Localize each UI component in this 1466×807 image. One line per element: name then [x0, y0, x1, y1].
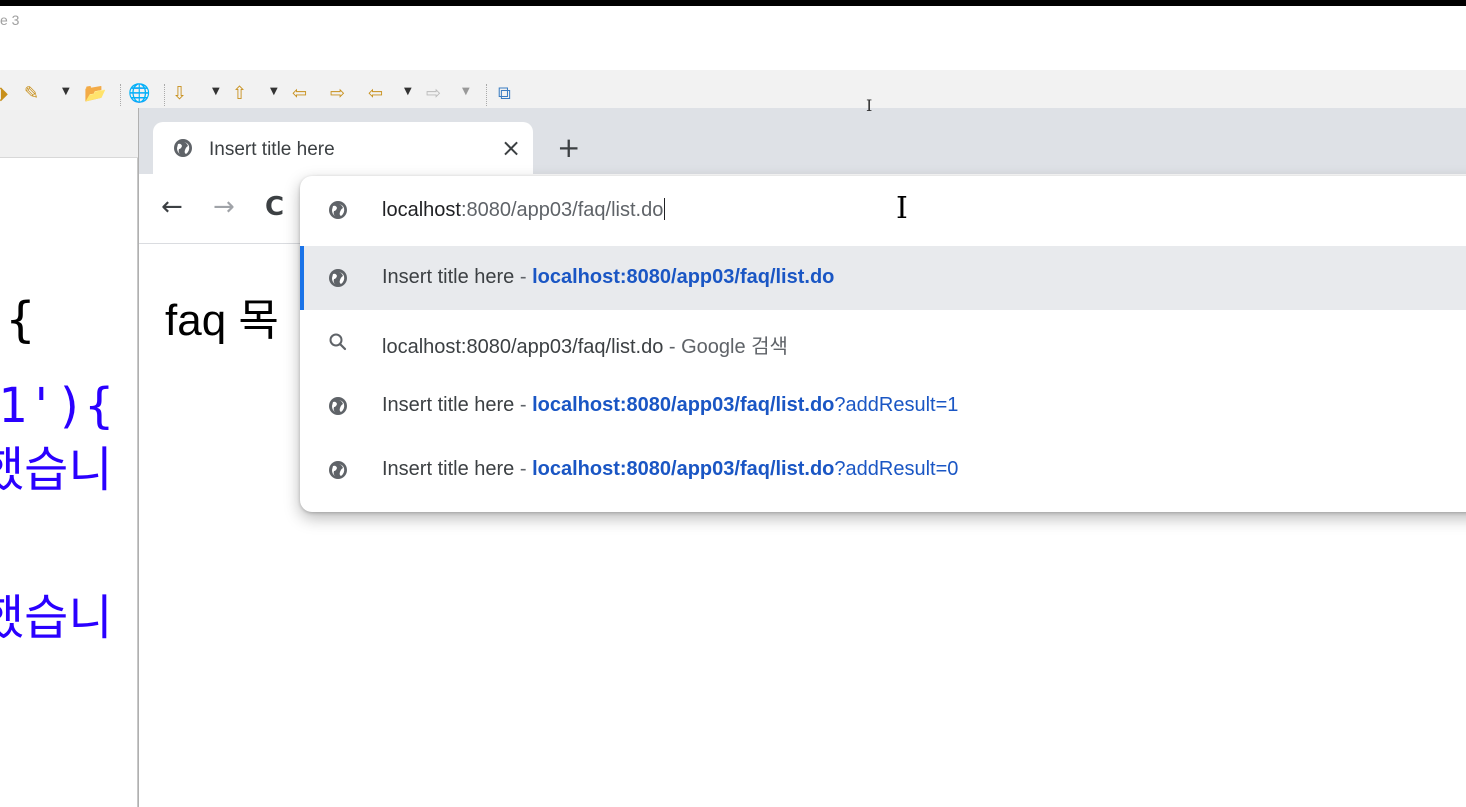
browser-tab[interactable]: Insert title here ×: [153, 122, 533, 174]
suggestion-title: localhost:8080/app03/faq/list.do: [382, 336, 664, 358]
globe-icon: [329, 201, 347, 219]
toolbar-open-folder-icon[interactable]: 📂: [84, 82, 106, 106]
toolbar-run-icon[interactable]: ⬗: [0, 82, 8, 106]
toolbar-dropdown-icon[interactable]: ▼: [270, 86, 278, 97]
suggestion-title: Insert title here: [382, 458, 515, 480]
ibeam-cursor-icon: I: [866, 96, 873, 115]
omnibox-suggestion[interactable]: Insert title here - localhost:8080/app03…: [300, 374, 1466, 438]
address-host: localhost: [382, 199, 461, 221]
suggestion-query: ?addResult=0: [834, 458, 959, 480]
suggestion-text: localhost:8080/app03/faq/list.do - Googl…: [382, 330, 788, 359]
code-editor[interactable]: { 1'){ 했습니 했습니: [0, 158, 138, 807]
chrome-tab-strip: Insert title here × +: [139, 108, 1466, 174]
toolbar-prev-annotation-icon[interactable]: ⇧: [232, 82, 247, 106]
ibeam-cursor-icon: I: [896, 191, 908, 226]
text-caret: [664, 198, 666, 220]
address-input[interactable]: localhost:8080/app03/faq/list.do: [382, 198, 666, 222]
toolbar-dropdown-icon[interactable]: ▼: [404, 86, 412, 97]
address-bar[interactable]: localhost:8080/app03/faq/list.do: [300, 176, 1466, 244]
suggestion-url: localhost:8080/app03/faq/list.do: [532, 266, 835, 288]
toolbar-dropdown-icon[interactable]: ▼: [462, 86, 470, 97]
suggestion-url: localhost:8080/app03/faq/list.do: [532, 458, 835, 480]
suggestion-url: localhost:8080/app03/faq/list.do: [532, 394, 835, 416]
suggestion-separator: -: [514, 266, 533, 288]
omnibox-dropdown: localhost:8080/app03/faq/list.do Insert …: [300, 176, 1466, 512]
toolbar-globe-icon[interactable]: 🌐: [128, 82, 150, 106]
toolbar-back-icon[interactable]: ⇦: [368, 82, 383, 106]
top-black-bar: [0, 0, 1466, 6]
suggestion-search-label: Google 검색: [681, 336, 788, 358]
search-icon: [329, 333, 347, 351]
toolbar-dropdown-icon[interactable]: ▼: [212, 86, 220, 97]
code-line: 했습니: [0, 590, 113, 646]
eclipse-window-title: e 3: [0, 12, 20, 28]
omnibox-suggestion[interactable]: Insert title here - localhost:8080/app03…: [300, 246, 1466, 310]
toolbar-next-annotation-icon[interactable]: ⇩: [172, 82, 187, 106]
toolbar-forward-edit-icon[interactable]: ⇨: [330, 82, 345, 106]
globe-icon: [329, 397, 347, 415]
selection-indicator: [300, 246, 304, 310]
suggestion-title: Insert title here: [382, 394, 515, 416]
editor-tab-strip: [0, 110, 138, 158]
globe-icon: [329, 461, 347, 479]
tab-close-button[interactable]: ×: [501, 134, 521, 162]
toolbar-separator: [164, 84, 165, 106]
suggestion-text: Insert title here - localhost:8080/app03…: [382, 394, 958, 417]
new-tab-button[interactable]: +: [557, 132, 580, 164]
page-heading: faq 목: [165, 296, 279, 345]
suggestion-text: Insert title here - localhost:8080/app03…: [382, 458, 958, 481]
address-path: :8080/app03/faq/list.do: [460, 199, 664, 221]
toolbar-forward-icon[interactable]: ⇨: [426, 82, 441, 106]
suggestion-separator: -: [514, 394, 533, 416]
suggestion-separator: -: [514, 458, 533, 480]
toolbar-launch-icon[interactable]: ✎: [24, 82, 39, 106]
code-line: 했습니: [0, 442, 113, 498]
tab-title: Insert title here: [209, 139, 335, 160]
toolbar-last-edit-icon[interactable]: ⇦: [292, 82, 307, 106]
suggestion-title: Insert title here: [382, 266, 515, 288]
toolbar-new-window-icon[interactable]: ⧉: [498, 82, 511, 106]
code-line: 1'){: [0, 378, 114, 434]
omnibox-suggestion[interactable]: localhost:8080/app03/faq/list.do - Googl…: [300, 310, 1466, 374]
code-line: {: [6, 292, 35, 348]
toolbar-separator: [486, 84, 487, 106]
omnibox-suggestion[interactable]: Insert title here - localhost:8080/app03…: [300, 438, 1466, 502]
back-button[interactable]: ←: [161, 192, 183, 222]
reload-button[interactable]: C: [265, 192, 284, 222]
suggestion-query: ?addResult=1: [834, 394, 959, 416]
suggestion-separator: -: [663, 336, 682, 358]
globe-icon: [329, 269, 347, 287]
suggestion-text: Insert title here - localhost:8080/app03…: [382, 266, 834, 289]
toolbar-dropdown-icon[interactable]: ▼: [62, 86, 70, 97]
toolbar-separator: [120, 84, 121, 106]
forward-button[interactable]: →: [213, 192, 235, 222]
globe-icon: [174, 139, 192, 157]
